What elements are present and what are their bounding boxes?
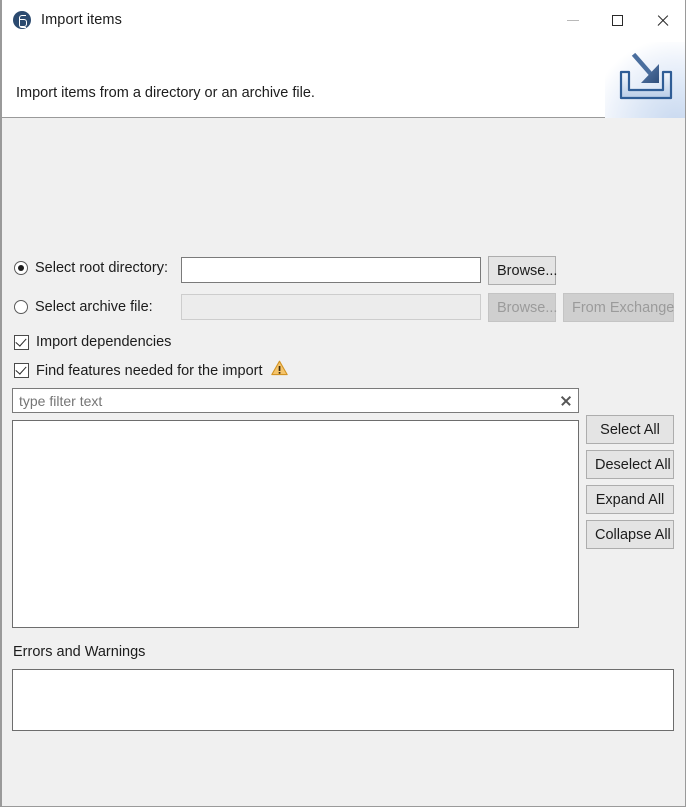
tree-action-buttons: Select All Deselect All Expand All Colla… (586, 415, 674, 549)
title-bar: Import items (1, 0, 685, 40)
import-items-dialog: Import items Import items from a directo… (0, 0, 686, 807)
dialog-header: Import items from a directory or an arch… (1, 40, 685, 118)
deselect-all-button[interactable]: Deselect All (586, 450, 674, 479)
close-icon (656, 14, 669, 27)
collapse-all-button[interactable]: Collapse All (586, 520, 674, 549)
close-button[interactable] (640, 0, 685, 40)
import-dependencies-checkbox[interactable] (14, 335, 29, 350)
filter-input[interactable] (13, 393, 554, 409)
errors-warnings-box[interactable] (12, 669, 674, 731)
archive-file-browse-button[interactable]: Browse... (488, 293, 556, 322)
find-features-checkbox[interactable] (14, 363, 29, 378)
root-directory-radio[interactable] (14, 261, 28, 275)
minimize-icon (567, 20, 579, 21)
maximize-icon (612, 15, 623, 26)
maximize-button[interactable] (595, 0, 640, 40)
find-features-label: Find features needed for the import (36, 363, 263, 379)
import-dependencies-label: Import dependencies (36, 334, 171, 350)
warning-triangle-icon (271, 360, 288, 381)
window-title: Import items (41, 12, 122, 28)
filter-field[interactable] (12, 388, 579, 413)
archive-file-row: Select archive file: (14, 299, 153, 315)
dialog-left-edge (1, 0, 2, 806)
clear-x-icon[interactable] (554, 389, 578, 412)
import-dependencies-row[interactable]: Import dependencies (14, 334, 171, 350)
items-tree[interactable] (12, 420, 579, 628)
header-description: Import items from a directory or an arch… (16, 85, 315, 101)
import-tray-arrow-icon (615, 50, 677, 108)
archive-file-input[interactable] (181, 294, 481, 320)
minimize-button[interactable] (550, 0, 595, 40)
root-directory-browse-button[interactable]: Browse... (488, 256, 556, 285)
errors-warnings-label: Errors and Warnings (13, 644, 145, 660)
expand-all-button[interactable]: Expand All (586, 485, 674, 514)
root-directory-row: Select root directory: (14, 260, 168, 276)
header-banner (605, 40, 685, 118)
from-exchange-button[interactable]: From Exchange (563, 293, 674, 322)
archive-file-label: Select archive file: (35, 299, 153, 315)
root-directory-label: Select root directory: (35, 260, 168, 276)
archive-file-radio[interactable] (14, 300, 28, 314)
window-controls (550, 0, 685, 40)
select-all-button[interactable]: Select All (586, 415, 674, 444)
root-directory-input[interactable] (181, 257, 481, 283)
eclipse-s-icon (13, 11, 31, 29)
find-features-row[interactable]: Find features needed for the import (14, 360, 288, 381)
